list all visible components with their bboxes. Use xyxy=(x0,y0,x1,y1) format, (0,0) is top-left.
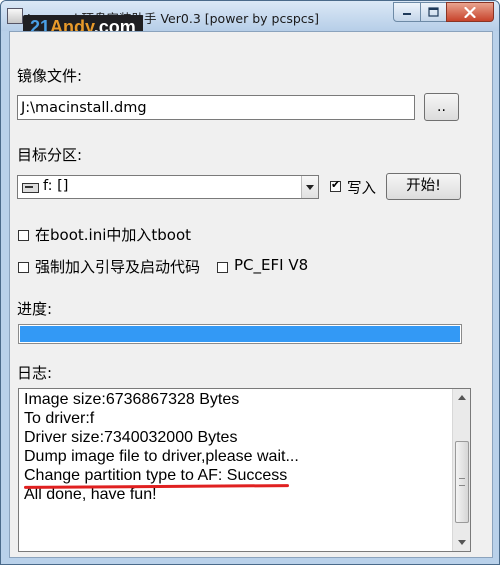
log-line: Image size:6736867328 Bytes xyxy=(24,391,240,408)
log-label: 日志: xyxy=(17,364,53,382)
progress-fill xyxy=(20,326,460,342)
progress-label: 进度: xyxy=(17,300,53,318)
close-button[interactable] xyxy=(446,2,494,22)
chevron-down-icon[interactable] xyxy=(301,176,318,198)
image-file-label: 镜像文件: xyxy=(17,67,83,85)
log-line: Change partition type to AF: Success xyxy=(24,467,288,484)
minimize-button[interactable] xyxy=(393,2,421,22)
drive-icon xyxy=(22,183,39,193)
dialog-client-area: 镜像文件: J:\macinstall.dmg .. 目标分区: f: [] 写… xyxy=(9,31,493,558)
log-textarea[interactable]: Image size:6736867328 Bytes To driver:f … xyxy=(18,388,471,552)
partition-select[interactable]: f: [] xyxy=(17,175,319,199)
scroll-thumb[interactable] xyxy=(455,441,469,523)
maximize-icon xyxy=(428,7,439,17)
start-button[interactable]: 开始! xyxy=(386,173,461,200)
progress-bar xyxy=(18,324,462,344)
force-boot-label: 强制加入引导及启动代码 xyxy=(35,258,201,276)
scroll-down-icon[interactable] xyxy=(453,534,470,551)
maximize-button[interactable] xyxy=(420,2,447,22)
write-checkbox[interactable] xyxy=(330,178,341,192)
partition-selected-value: f: [] xyxy=(43,178,69,194)
scroll-up-icon[interactable] xyxy=(453,389,470,406)
title-bar[interactable]: Leopard 硬盘安装助手 Ver0.3 [power by pcspcs] … xyxy=(1,1,499,39)
browse-button[interactable]: .. xyxy=(424,93,459,121)
write-checkbox-label: 写入 xyxy=(347,181,376,197)
minimize-icon xyxy=(403,13,411,15)
boot-ini-checkbox[interactable] xyxy=(18,230,29,241)
boot-ini-label: 在boot.ini中加入tboot xyxy=(35,226,192,244)
pc-efi-label: PC_EFI V8 xyxy=(234,256,309,274)
image-path-value: J:\macinstall.dmg xyxy=(21,100,147,116)
log-line: Driver size:7340032000 Bytes xyxy=(24,429,238,446)
image-path-input[interactable]: J:\macinstall.dmg xyxy=(17,95,415,120)
log-line: To driver:f xyxy=(24,410,95,427)
log-line: Dump image file to driver,please wait... xyxy=(24,448,299,465)
app-icon xyxy=(7,8,23,24)
log-scrollbar[interactable] xyxy=(452,389,470,551)
target-partition-label: 目标分区: xyxy=(17,146,83,164)
close-icon xyxy=(464,6,476,18)
app-window: Leopard 硬盘安装助手 Ver0.3 [power by pcspcs] … xyxy=(0,0,500,565)
force-boot-checkbox[interactable] xyxy=(18,262,29,273)
pc-efi-checkbox[interactable] xyxy=(217,262,228,273)
